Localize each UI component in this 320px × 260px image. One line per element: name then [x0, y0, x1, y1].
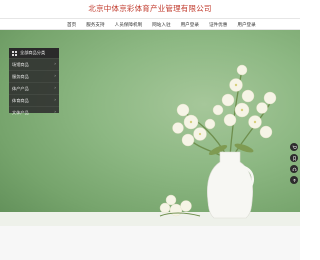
nav-item-offers[interactable]: 证件优惠	[204, 22, 232, 28]
nav-item-staff[interactable]: 人员保障机制	[110, 22, 148, 28]
category-item[interactable]: 服务商品 ›	[9, 70, 59, 82]
nav-item-join[interactable]: 网站入驻	[147, 22, 175, 28]
category-item[interactable]: 场馆商品 ›	[9, 58, 59, 70]
chevron-right-icon: ›	[54, 62, 56, 67]
main-nav: 首页 服务支持 人员保障机制 网站入驻 用户登录 证件优惠 用户登录	[0, 18, 300, 30]
nav-item-support[interactable]: 服务支持	[81, 22, 109, 28]
category-item[interactable]: 体育商品 ›	[9, 94, 59, 106]
nav-item-login-2[interactable]: 用户登录	[232, 22, 260, 28]
footer-area	[0, 226, 300, 260]
arrow-up-icon[interactable]	[290, 176, 298, 184]
category-label: 体产产品	[12, 85, 29, 91]
nav-item-login[interactable]: 用户登录	[176, 22, 204, 28]
category-item[interactable]: 体产产品 ›	[9, 82, 59, 94]
category-item[interactable]: 文体产品 ›	[9, 106, 59, 118]
hero-banner: 全部商品分类 场馆商品 › 服务商品 › 体产产品 › 体育商品 › 文体产品 …	[0, 30, 300, 226]
category-label: 服务商品	[12, 73, 29, 79]
side-toolbar	[290, 143, 300, 187]
category-label: 文体产品	[12, 109, 29, 115]
site-header: 北京中体京彩体育产业管理有限公司	[0, 0, 300, 18]
cart-icon[interactable]	[290, 143, 298, 151]
category-header-label: 全部商品分类	[20, 50, 46, 55]
bookmark-icon[interactable]	[290, 154, 298, 162]
site-title: 北京中体京彩体育产业管理有限公司	[88, 4, 212, 13]
chevron-right-icon: ›	[54, 74, 56, 79]
category-panel: 全部商品分类 场馆商品 › 服务商品 › 体产产品 › 体育商品 › 文体产品 …	[9, 48, 59, 115]
chevron-right-icon: ›	[54, 86, 56, 91]
grid-icon	[12, 50, 17, 56]
category-label: 场馆商品	[12, 61, 29, 67]
chevron-right-icon: ›	[54, 98, 56, 103]
category-label: 体育商品	[12, 97, 29, 103]
nav-item-home[interactable]: 首页	[62, 22, 81, 28]
category-header[interactable]: 全部商品分类	[9, 48, 59, 58]
headset-icon[interactable]	[290, 165, 298, 173]
chevron-right-icon: ›	[54, 110, 56, 115]
